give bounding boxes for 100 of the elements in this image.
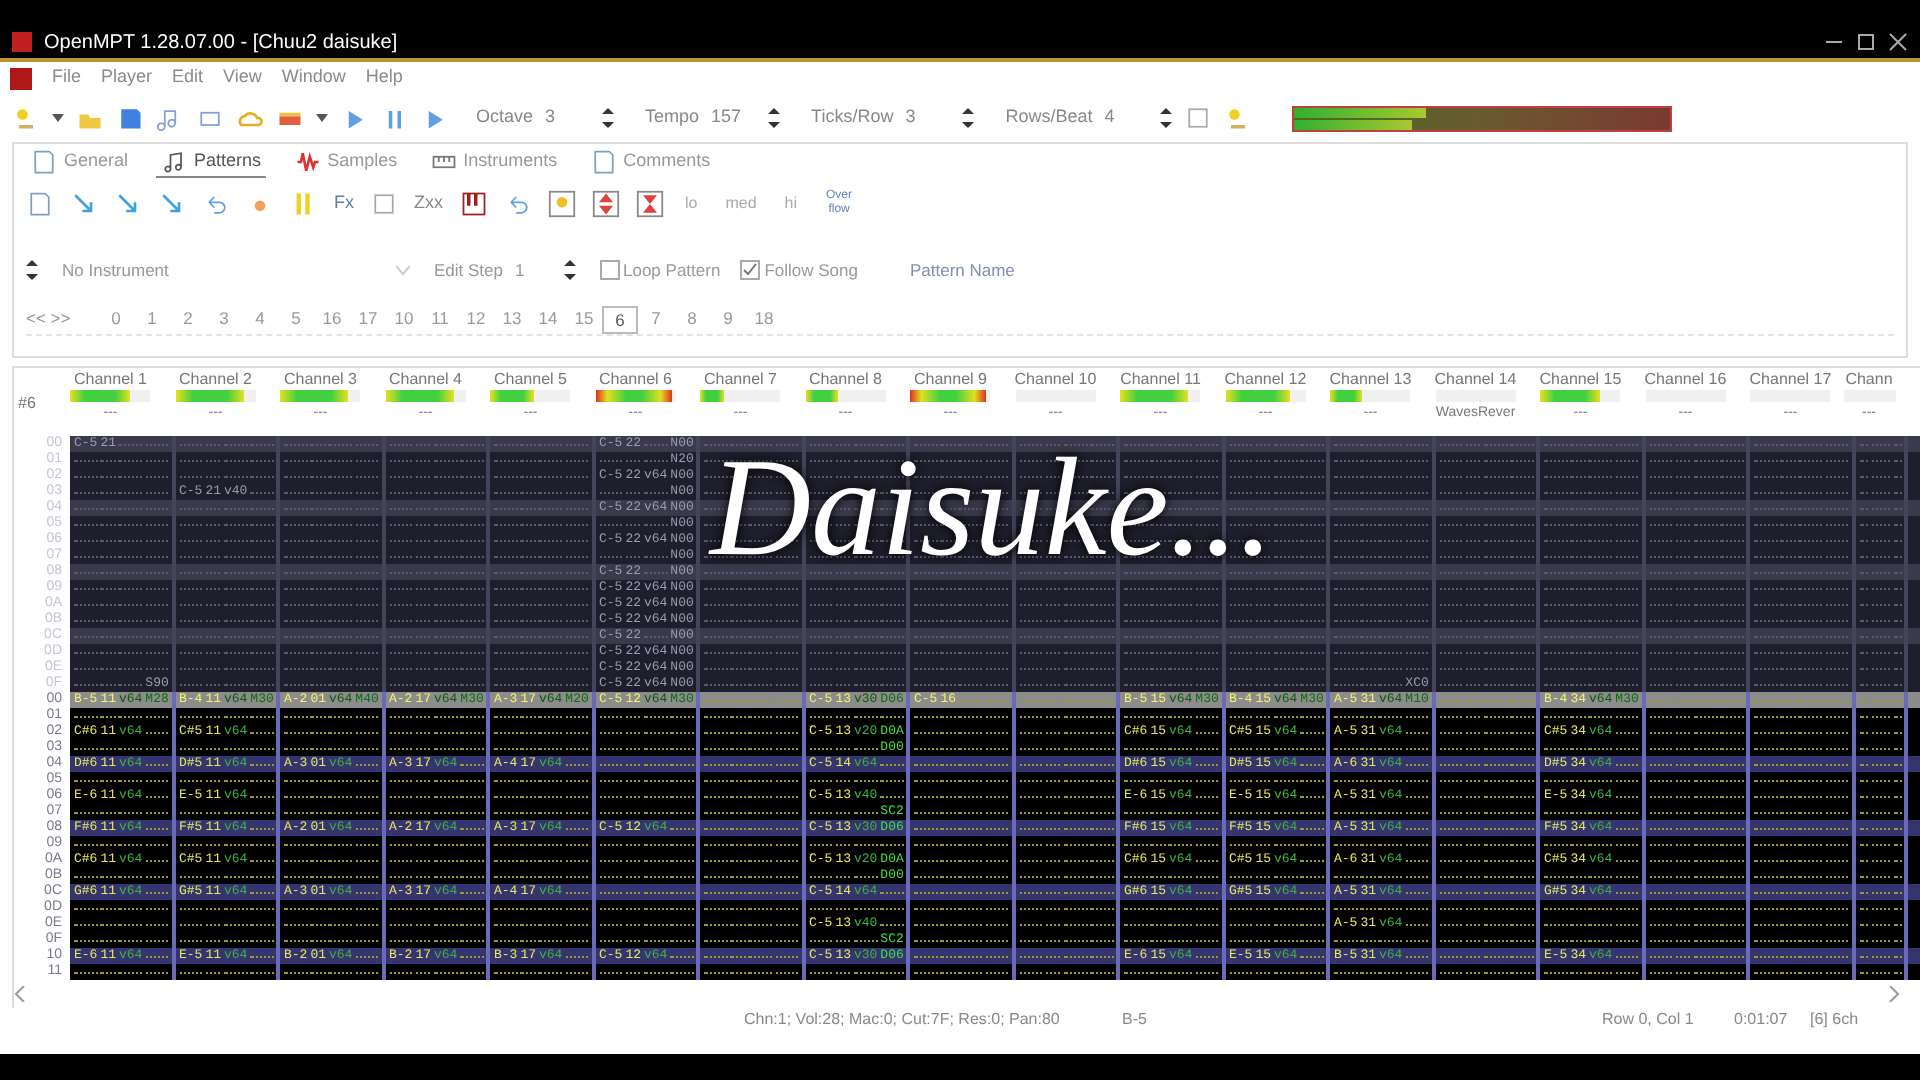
close-icon[interactable]: [1888, 32, 1908, 52]
spinner-arrows-icon[interactable]: [1160, 108, 1173, 128]
spin-value[interactable]: 3: [905, 104, 950, 132]
spinner-arrows-icon[interactable]: [601, 108, 614, 128]
app-logo-icon: [10, 67, 32, 89]
status-instrument-info: Chn:1; Vol:28; Mac:0; Cut:7F; Res:0; Pan:80: [744, 1008, 1062, 1032]
spin-value[interactable]: 4: [1104, 104, 1149, 132]
channel-header[interactable]: Channel 5: [494, 368, 567, 390]
square-icon[interactable]: [1184, 104, 1213, 132]
edit-step-value[interactable]: 1: [515, 257, 551, 283]
channel-header[interactable]: Channel 1: [74, 368, 147, 390]
channel-header[interactable]: Channel 7: [704, 368, 777, 390]
waveform-icon[interactable]: [293, 148, 322, 176]
speed-button[interactable]: med: [719, 192, 763, 216]
menu-item[interactable]: Edit: [172, 64, 204, 92]
channel-header[interactable]: Channel 16: [1644, 368, 1727, 390]
up-down-icon[interactable]: [591, 190, 619, 218]
channel-header[interactable]: Channel 8: [809, 368, 882, 390]
field-label: Rows/Beat: [1005, 104, 1093, 131]
order-item[interactable]: 0: [98, 305, 134, 333]
order-item[interactable]: 1: [134, 305, 170, 333]
checkbox-label: Follow Song: [764, 257, 858, 283]
window-title: OpenMPT 1.28.07.00 - [Chuu2 daisuke]: [44, 29, 398, 57]
channel-header[interactable]: Channel 4: [389, 368, 462, 390]
fx-button[interactable]: Fx: [334, 190, 354, 218]
order-item[interactable]: 16: [314, 305, 350, 333]
status-pattern-info: [6] 6ch: [1810, 1008, 1859, 1032]
channel-header[interactable]: Chann: [1845, 368, 1893, 390]
menu-item[interactable]: Player: [101, 64, 153, 92]
menu-item[interactable]: Window: [281, 64, 346, 92]
page-icon[interactable]: [589, 148, 618, 176]
caret-icon[interactable]: [316, 114, 328, 122]
order-item[interactable]: 14: [530, 305, 566, 333]
field-label: Ticks/Row: [811, 104, 894, 131]
channel-header[interactable]: Channel 15: [1539, 368, 1622, 390]
arrow-icon[interactable]: [114, 190, 142, 218]
channel-header[interactable]: Channel 13: [1329, 368, 1412, 390]
checkbox[interactable]: [599, 260, 619, 280]
channel-header[interactable]: Channel 6: [599, 368, 672, 390]
caret-icon[interactable]: [52, 114, 64, 122]
order-item[interactable]: 6: [602, 305, 638, 333]
chevron-right-icon[interactable]: [1888, 986, 1900, 1002]
status-position: Row 0, Col 1: [1602, 1008, 1696, 1032]
channel-header[interactable]: Channel 12: [1224, 368, 1307, 390]
spinner-arrows-icon[interactable]: [26, 260, 38, 280]
tab[interactable]: General: [26, 148, 133, 176]
checkbox[interactable]: [740, 260, 761, 280]
tab[interactable]: Instruments: [425, 148, 562, 176]
field-label: Tempo: [645, 104, 700, 131]
spinner-arrows-icon[interactable]: [767, 108, 780, 128]
maximize-icon[interactable]: [1856, 32, 1876, 52]
order-item[interactable]: 2: [170, 305, 206, 333]
order-item[interactable]: 11: [422, 305, 458, 333]
order-item[interactable]: 18: [746, 305, 782, 333]
channel-header[interactable]: Channel 11: [1120, 368, 1201, 390]
menu-item[interactable]: Help: [365, 64, 403, 92]
order-item[interactable]: 7: [638, 305, 674, 333]
order-item[interactable]: 5: [278, 305, 314, 333]
spinner-arrows-icon[interactable]: [563, 260, 575, 280]
speed-button[interactable]: hi: [778, 192, 804, 216]
instrument-dropdown[interactable]: No Instrument: [50, 257, 410, 283]
channel-header[interactable]: Channel 3: [284, 368, 357, 390]
spin-value[interactable]: 157: [711, 104, 756, 132]
field-label: Octave: [476, 104, 534, 131]
menu-item[interactable]: File: [52, 64, 82, 92]
tab[interactable]: Patterns: [156, 147, 266, 177]
order-item[interactable]: 10: [386, 305, 422, 333]
channel-header[interactable]: Channel 10: [1014, 368, 1097, 390]
pattern-number: #6: [16, 392, 38, 416]
arrow-icon[interactable]: [158, 190, 186, 218]
order-item[interactable]: 4: [242, 305, 278, 333]
checkbox-label: Loop Pattern: [623, 257, 721, 283]
tab[interactable]: Comments: [585, 148, 715, 176]
order-item[interactable]: 13: [494, 305, 530, 333]
channel-header[interactable]: Channel 9: [914, 368, 987, 390]
square-icon[interactable]: [370, 190, 398, 218]
spinner-arrows-icon[interactable]: [961, 108, 974, 128]
channel-header[interactable]: Channel 14: [1434, 368, 1517, 390]
arrow-icon[interactable]: [70, 190, 98, 218]
order-nav-button[interactable]: << >>: [26, 306, 98, 332]
channel-header[interactable]: Channel 17: [1749, 368, 1832, 390]
page-icon[interactable]: [26, 190, 54, 218]
hourglass-icon[interactable]: [635, 190, 663, 218]
order-item[interactable]: 15: [566, 305, 602, 333]
channel-header[interactable]: Channel 2: [179, 368, 252, 390]
order-item[interactable]: 17: [350, 305, 386, 333]
status-note: B-5: [1122, 1008, 1149, 1032]
app-icon: [12, 32, 32, 52]
order-item[interactable]: 8: [674, 305, 710, 333]
menu-item[interactable]: View: [223, 64, 262, 92]
spin-value[interactable]: 3: [545, 104, 590, 132]
page-icon[interactable]: [30, 148, 58, 176]
speed-button[interactable]: lo: [679, 192, 704, 216]
zxx-button[interactable]: Zxx: [414, 190, 443, 218]
piano-icon[interactable]: [459, 190, 487, 218]
chevron-left-icon[interactable]: [14, 986, 26, 1002]
order-item[interactable]: 9: [710, 305, 746, 333]
order-item[interactable]: 3: [206, 305, 242, 333]
tab[interactable]: Samples: [289, 148, 402, 176]
order-item[interactable]: 12: [458, 305, 494, 333]
